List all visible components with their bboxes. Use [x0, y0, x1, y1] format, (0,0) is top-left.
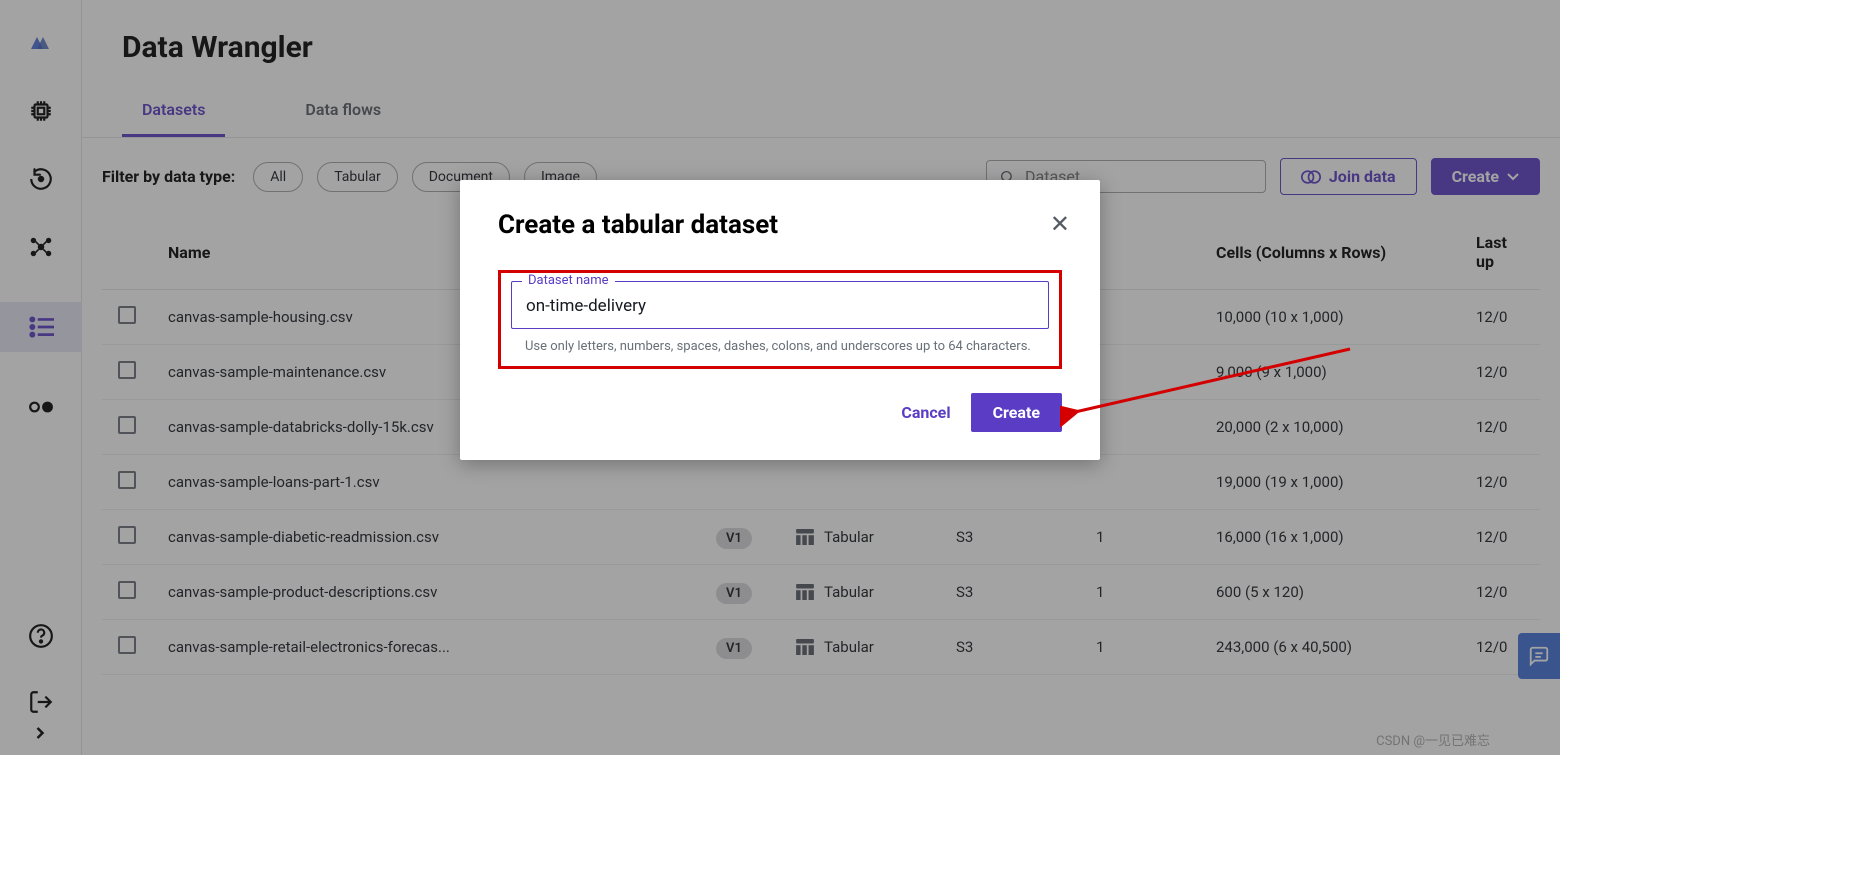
cancel-button[interactable]: Cancel: [901, 403, 950, 422]
input-hint: Use only letters, numbers, spaces, dashe…: [511, 339, 1049, 354]
modal-title: Create a tabular dataset: [498, 210, 1062, 240]
modal-create-button[interactable]: Create: [971, 393, 1062, 432]
dataset-name-field[interactable]: Dataset name: [511, 281, 1049, 329]
input-highlight: Dataset name Use only letters, numbers, …: [498, 270, 1062, 369]
create-dataset-modal: Create a tabular dataset ✕ Dataset name …: [460, 180, 1100, 460]
modal-actions: Cancel Create: [498, 393, 1062, 432]
dataset-name-input[interactable]: [526, 296, 1034, 316]
input-label: Dataset name: [522, 273, 615, 288]
close-icon[interactable]: ✕: [1050, 210, 1070, 238]
modal-overlay: Create a tabular dataset ✕ Dataset name …: [0, 0, 1560, 755]
